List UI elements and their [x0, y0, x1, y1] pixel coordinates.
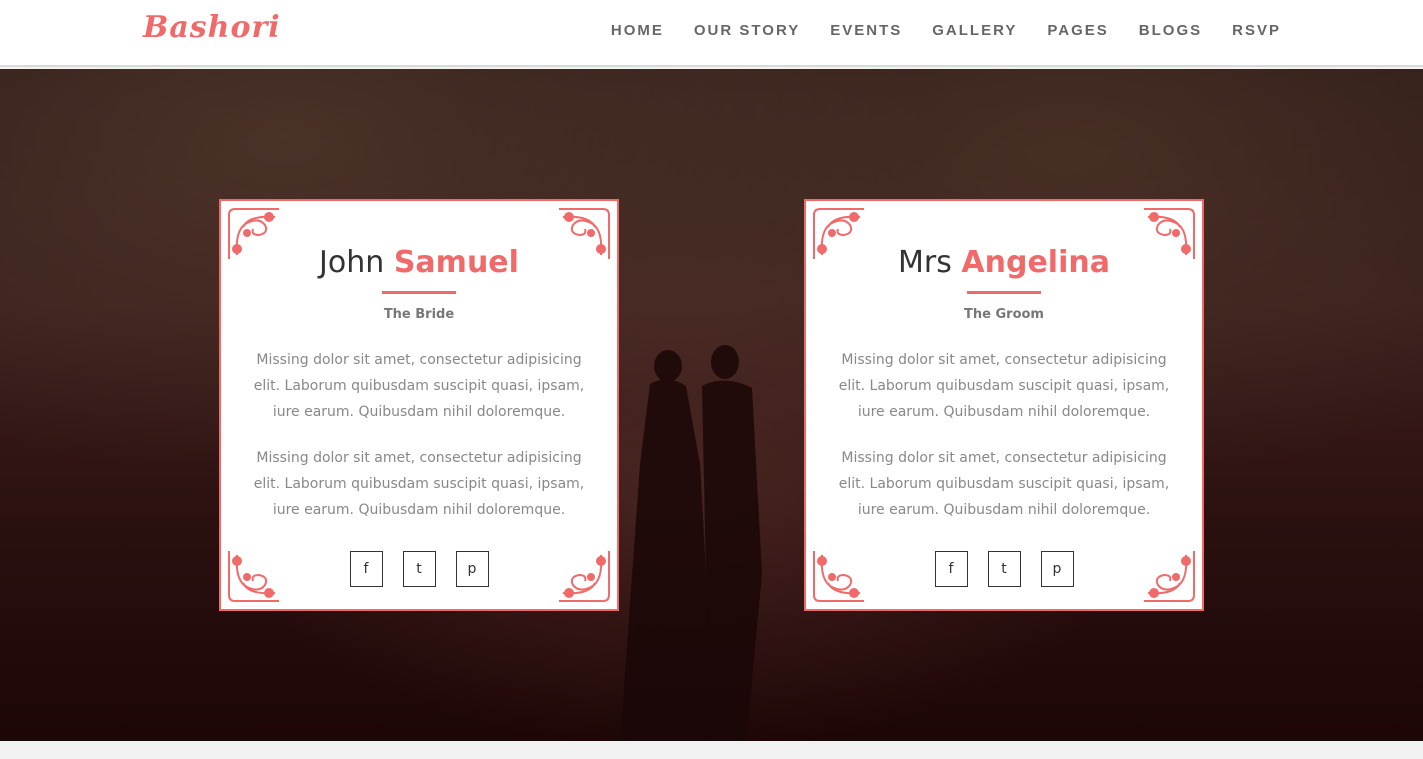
couple-section: John Samuel The Bride Missing dolor sit … [0, 69, 1423, 741]
social-links: f t p [221, 551, 617, 587]
nav-item-blogs[interactable]: BLOGS [1139, 22, 1202, 40]
bio-paragraph: Missing dolor sit amet, consectetur adip… [253, 450, 585, 518]
pinterest-button[interactable]: p [455, 551, 489, 587]
facebook-button[interactable]: f [934, 551, 968, 587]
groom-card: Mrs Angelina The Groom Missing dolor sit… [804, 199, 1204, 611]
pinterest-icon: p [1052, 561, 1062, 577]
social-links: f t p [806, 551, 1202, 587]
title-underline [382, 291, 456, 294]
nav-item-gallery[interactable]: GALLERY [932, 22, 1017, 40]
twitter-icon: t [416, 561, 422, 577]
twitter-icon: t [1001, 561, 1007, 577]
main-nav: HOME OUR STORY EVENTS GALLERY PAGES BLOG… [581, 22, 1281, 40]
bio-paragraph: Missing dolor sit amet, consectetur adip… [838, 450, 1170, 518]
nav-item-rsvp[interactable]: RSVP [1232, 22, 1281, 40]
nav-item-home[interactable]: HOME [611, 22, 664, 40]
bio-paragraph: Missing dolor sit amet, consectetur adip… [838, 352, 1170, 420]
person-name: John Samuel [221, 243, 617, 283]
nav-item-events[interactable]: EVENTS [830, 22, 902, 40]
facebook-icon: f [363, 561, 369, 577]
bride-card: John Samuel The Bride Missing dolor sit … [219, 199, 619, 611]
role-label: The Bride [383, 307, 455, 322]
nav-item-pages[interactable]: PAGES [1047, 22, 1108, 40]
facebook-button[interactable]: f [349, 551, 383, 587]
first-name: John [319, 245, 385, 280]
pinterest-icon: p [467, 561, 477, 577]
person-name: Mrs Angelina [806, 243, 1202, 283]
twitter-button[interactable]: t [987, 551, 1021, 587]
couple-silhouette-image [620, 345, 762, 741]
site-header: Bashori HOME OUR STORY EVENTS GALLERY PA… [0, 0, 1423, 67]
twitter-button[interactable]: t [402, 551, 436, 587]
title-underline [967, 291, 1041, 294]
first-name: Mrs [898, 245, 952, 280]
logo[interactable]: Bashori [143, 10, 281, 45]
role-label: The Groom [964, 307, 1044, 322]
nav-item-our-story[interactable]: OUR STORY [694, 22, 800, 40]
bio-paragraph: Missing dolor sit amet, consectetur adip… [253, 352, 585, 420]
facebook-icon: f [948, 561, 954, 577]
last-name: Angelina [961, 245, 1110, 280]
last-name: Samuel [393, 245, 519, 280]
pinterest-button[interactable]: p [1040, 551, 1074, 587]
